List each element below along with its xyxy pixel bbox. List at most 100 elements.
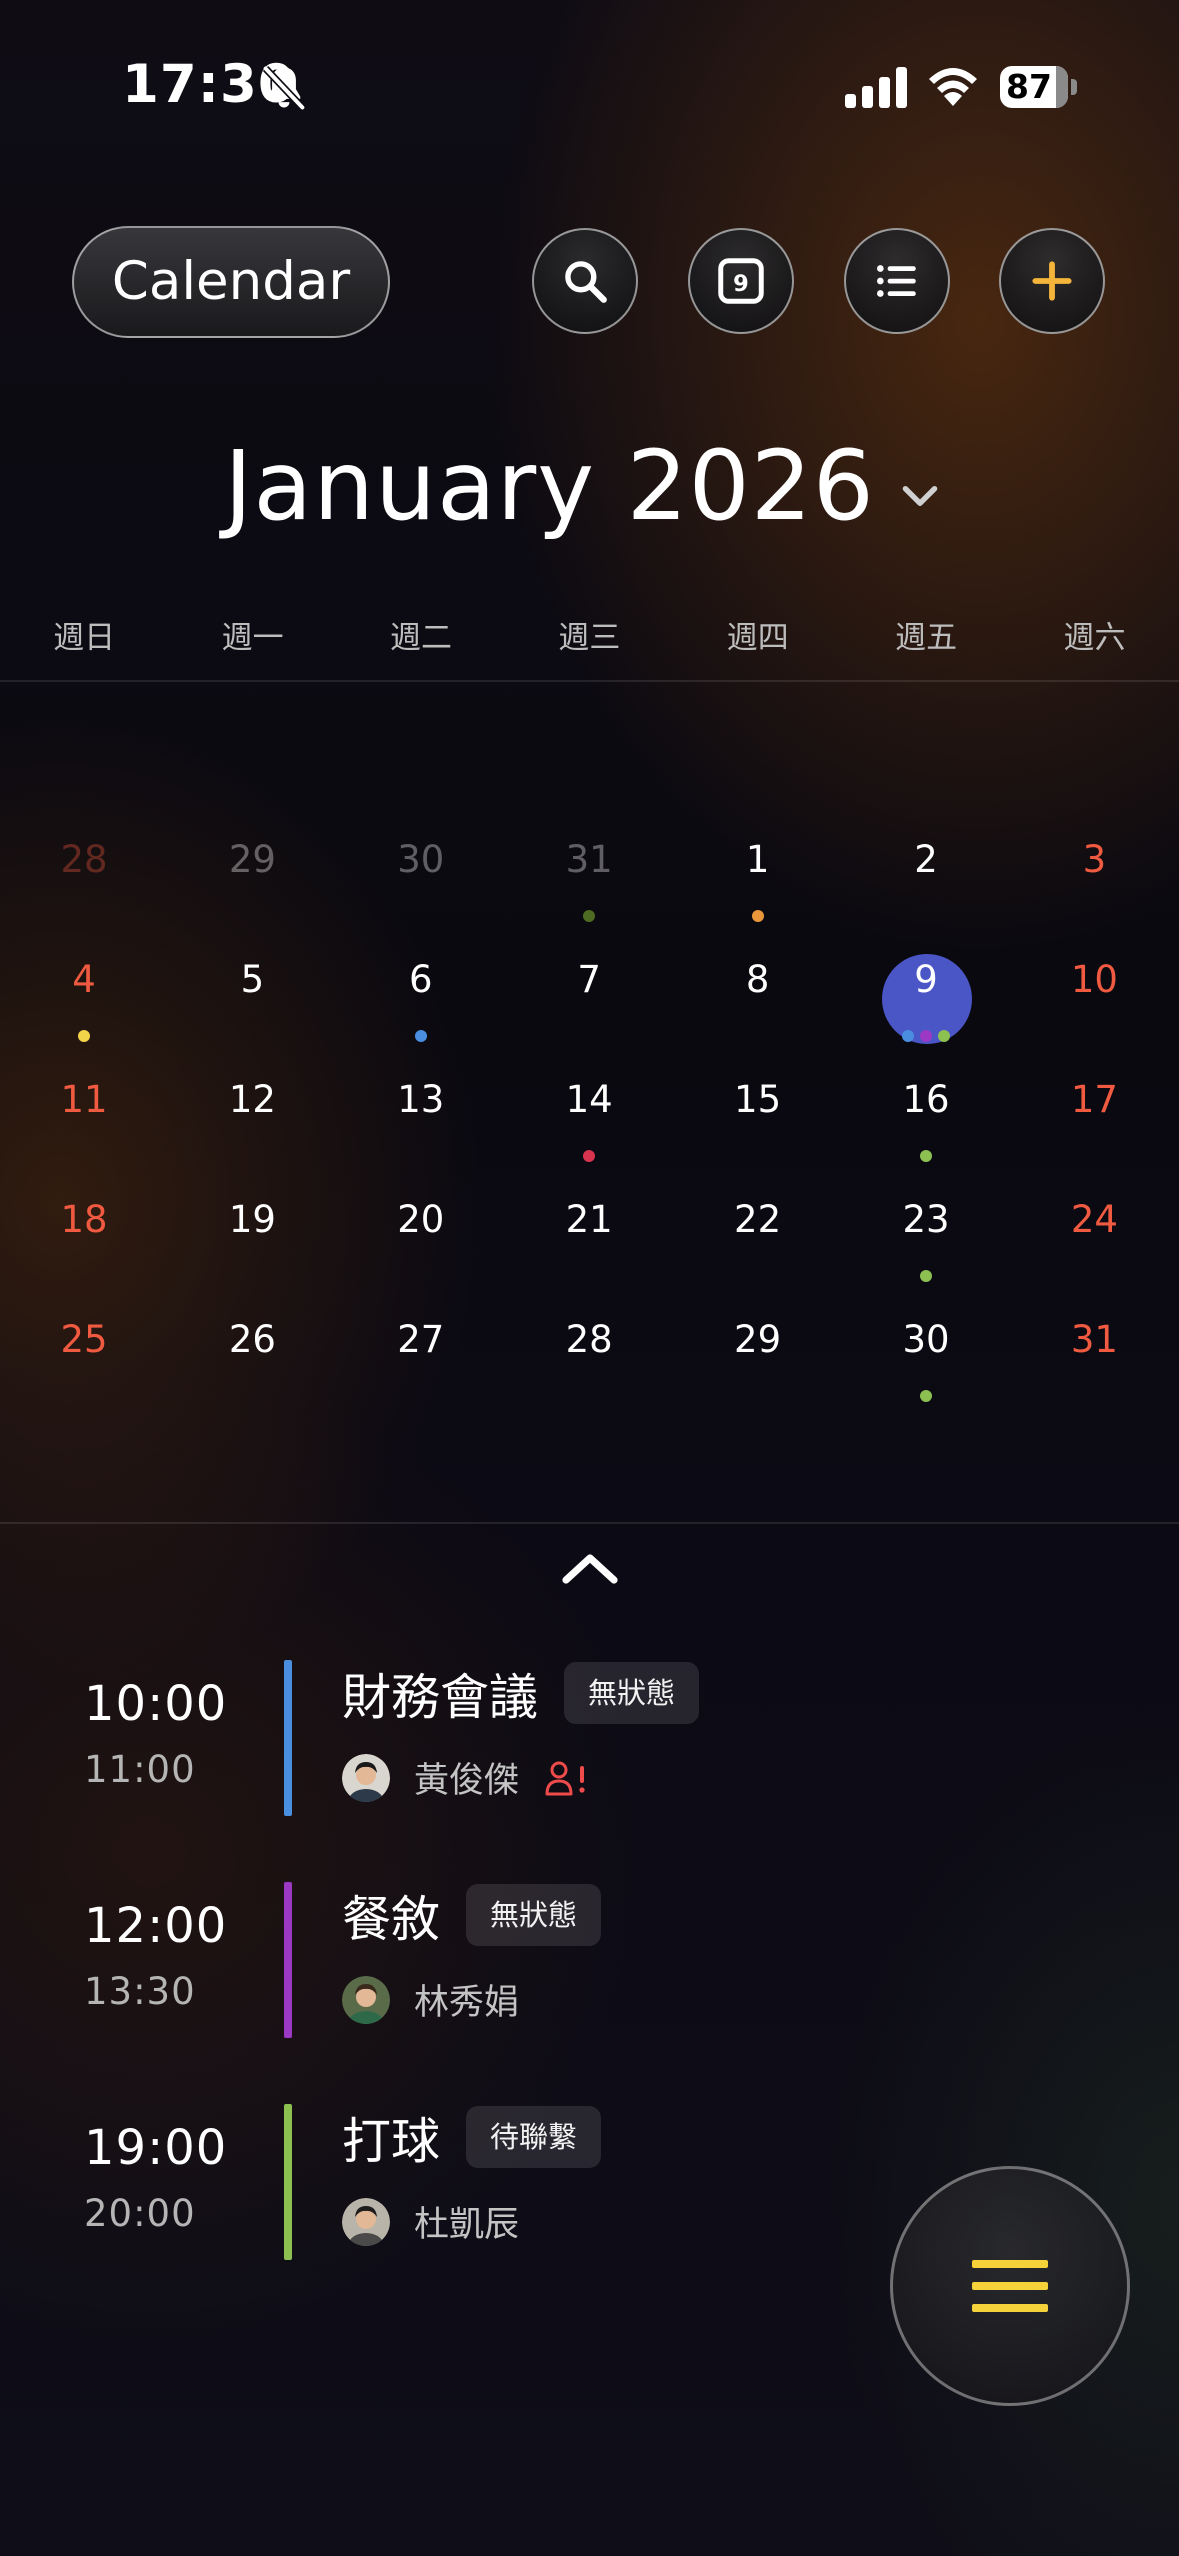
calendar-day-number: 21 [565,1198,613,1241]
calendar-day[interactable]: 27 [337,1318,505,1418]
event-dot [583,1150,596,1162]
calendar-day-number: 24 [1070,1198,1118,1241]
event-item[interactable]: 19:00 20:00 打球 待聯繫杜凱辰 [0,2104,880,2264]
calendar-day[interactable]: 12 [168,1078,336,1178]
calendar-day[interactable]: 29 [168,838,336,938]
event-dots [842,1390,1010,1402]
event-person-name: 林秀娟 [414,1983,520,2023]
calendar-day[interactable]: 28 [0,838,168,938]
calendar-day[interactable]: 13 [337,1078,505,1178]
event-title-line: 打球 待聯繫 [342,2104,602,2170]
event-dots [505,1150,673,1162]
calendar-day[interactable]: 6 [337,958,505,1058]
calendar-day[interactable]: 9 [842,954,1010,1058]
avatar [342,1975,390,2024]
calendar-day[interactable]: 1 [674,838,842,938]
calendar-day[interactable]: 18 [0,1198,168,1298]
calendar-day[interactable]: 26 [168,1318,336,1418]
event-dot [751,910,764,922]
event-start-time: 19:00 [84,2120,228,2176]
event-end-time: 13:30 [84,1970,196,2013]
event-color-bar [284,1660,292,1816]
event-title-line: 財務會議 無狀態 [342,1660,700,1726]
calendar-day[interactable]: 24 [1010,1198,1178,1298]
calendar-day[interactable]: 16 [842,1078,1010,1178]
menu-button[interactable] [890,2166,1130,2406]
calendar-day[interactable]: 10 [1010,958,1178,1058]
event-contact: 杜凱辰 [342,2196,519,2247]
calendar-day[interactable]: 5 [168,958,336,1058]
calendar-day-number: 11 [60,1078,108,1121]
status-badge[interactable]: 待聯繫 [466,2106,602,2168]
event-dots [842,1030,1010,1042]
calendar-day[interactable]: 23 [842,1198,1010,1298]
calendar-day[interactable]: 30 [337,838,505,938]
calendar-day-number: 5 [240,958,265,1001]
calendar-day[interactable]: 14 [505,1078,673,1178]
calendar-day-number: 14 [565,1078,613,1121]
calendar-day-number: 29 [734,1318,782,1361]
calendar-day[interactable]: 17 [1010,1078,1178,1178]
calendar-day-number: 27 [397,1318,445,1361]
event-title-line: 餐敘 無狀態 [342,1882,602,1948]
event-dots [842,1270,1010,1282]
calendar-day[interactable]: 11 [0,1078,168,1178]
event-end-time: 20:00 [84,2192,196,2235]
calendar-day[interactable]: 22 [674,1198,842,1298]
calendar-day-number: 30 [397,838,445,881]
calendar-day[interactable]: 7 [505,958,673,1058]
event-contact: 林秀娟 [342,1974,519,2025]
event-color-bar [284,2104,292,2260]
calendar-day[interactable]: 28 [505,1318,673,1418]
calendar-grid: 28 29 30 31 1 2 3 4 5 6 7 8 9 10 11 12 13 14 15 16 17 18 19 20 2… [0,0,1179,1500]
menu-icon [972,2260,1048,2312]
calendar-day-number: 9 [914,958,938,1001]
event-item[interactable]: 10:00 11:00 財務會議 無狀態 黃俊傑 [0,1660,880,1820]
person-alert-icon [545,1761,585,1795]
calendar-day-number: 19 [228,1198,276,1241]
event-dot [938,1030,950,1042]
event-title: 餐敘 [342,1890,441,1948]
calendar-day[interactable]: 3 [1010,838,1178,938]
calendar-day[interactable]: 31 [1010,1318,1178,1418]
calendar-day-number: 12 [228,1078,276,1121]
calendar-day[interactable]: 20 [337,1198,505,1298]
event-dot [414,1030,427,1042]
event-item[interactable]: 12:00 13:30 餐敘 無狀態 林秀娟 [0,1882,880,2042]
calendar-day-number: 7 [577,958,601,1001]
calendar-day[interactable]: 21 [505,1198,673,1298]
calendar-day-number: 22 [734,1198,782,1241]
calendar-day[interactable]: 30 [842,1318,1010,1418]
calendar-day-number: 15 [734,1078,782,1121]
event-start-time: 10:00 [84,1676,228,1732]
grid-divider [0,1522,1179,1524]
calendar-day-number: 31 [565,838,613,881]
event-dot [920,1270,932,1282]
calendar-day[interactable]: 4 [0,958,168,1058]
calendar-day-number: 28 [60,838,108,881]
calendar-day[interactable]: 25 [0,1318,168,1418]
calendar-day[interactable]: 8 [674,958,842,1058]
event-contact: 黃俊傑 [342,1752,589,1803]
event-dots [842,1150,1010,1162]
calendar-day-number: 6 [409,958,433,1001]
calendar-day[interactable]: 19 [168,1198,336,1298]
event-dot [920,1390,932,1402]
calendar-day-number: 3 [1082,838,1107,881]
calendar-day[interactable]: 15 [674,1078,842,1178]
calendar-day-number: 13 [397,1078,445,1121]
calendar-day[interactable]: 2 [842,838,1010,938]
calendar-day[interactable]: 31 [505,838,673,938]
status-badge[interactable]: 無狀態 [466,1884,602,1946]
event-dot [920,1030,932,1042]
event-dot [920,1150,932,1162]
calendar-day-number: 31 [1070,1318,1118,1361]
calendar-day-number: 10 [1070,958,1118,1001]
calendar-day-number: 4 [72,958,96,1001]
event-person-name: 黃俊傑 [414,1761,520,1801]
calendar-day[interactable]: 29 [674,1318,842,1418]
avatar [342,1753,390,1802]
status-badge[interactable]: 無狀態 [564,1662,700,1724]
event-dots [674,910,842,922]
chevron-up-icon[interactable] [558,1548,622,1588]
